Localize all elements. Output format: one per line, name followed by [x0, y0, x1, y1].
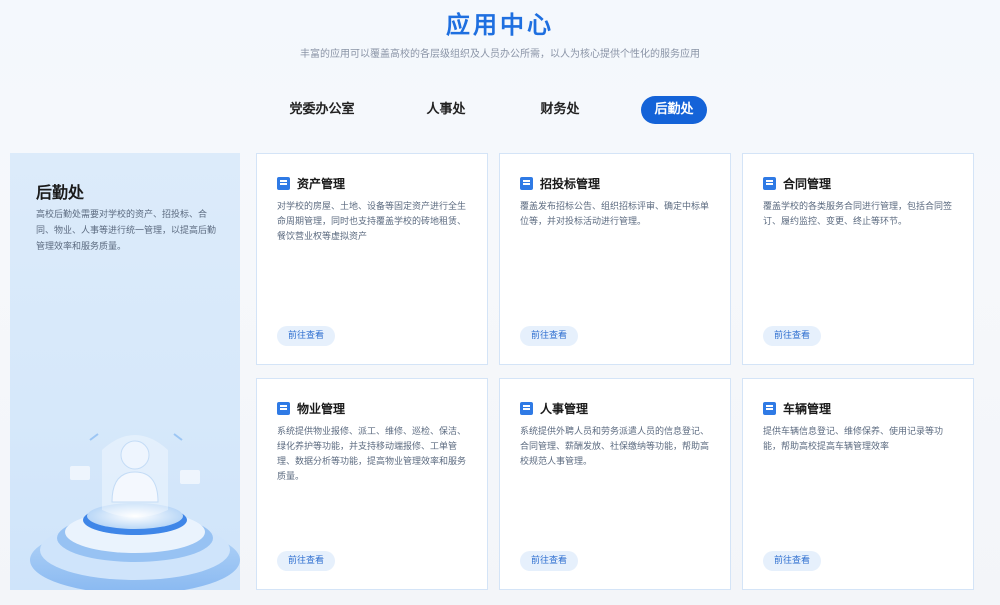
card-title: 车辆管理 [783, 402, 832, 416]
side-panel-description: 高校后勤处需要对学校的资产、招投标、合同、物业、人事等进行统一管理，以提高后勤管… [36, 210, 217, 252]
header: 应用中心 丰富的应用可以覆盖高校的各层级组织及人员办公所需，以人为核心提供个性化… [0, 0, 1000, 62]
document-icon [763, 177, 776, 190]
card-bidding-management[interactable]: 招投标管理 覆盖发布招标公告、组织招标评审、确定中标单位等，并对投标活动进行管理… [499, 153, 731, 365]
page-title: 应用中心 [446, 11, 554, 39]
card-contract-management[interactable]: 合同管理 覆盖学校的各类服务合同进行管理，包括合同签订、履约监控、变更、终止等环… [742, 153, 974, 365]
card-title: 资产管理 [297, 177, 346, 191]
card-title: 人事管理 [540, 402, 589, 416]
tab-party-office[interactable]: 党委办公室 [278, 96, 366, 124]
view-button[interactable]: 前往查看 [277, 326, 335, 346]
hologram-illustration [30, 433, 240, 590]
side-panel: 后勤处 高校后勤处需要对学校的资产、招投标、合同、物业、人事等进行统一管理，以提… [10, 153, 240, 590]
card-title: 招投标管理 [540, 177, 601, 191]
card-description: 系统提供物业报修、派工、维修、巡检、保洁、绿化养护等功能，并支持移动端报修、工单… [277, 427, 467, 482]
side-panel-title: 后勤处 [36, 183, 85, 202]
document-icon [277, 177, 290, 190]
card-personnel-management[interactable]: 人事管理 系统提供外聘人员和劳务派遣人员的信息登记、合同管理、薪酬发放、社保缴纳… [499, 378, 731, 590]
card-description: 覆盖学校的各类服务合同进行管理，包括合同签订、履约监控、变更、终止等环节。 [763, 202, 953, 227]
tab-hr-office[interactable]: 人事处 [408, 96, 484, 124]
card-title: 物业管理 [297, 402, 346, 416]
card-title: 合同管理 [783, 177, 832, 191]
card-description: 对学校的房屋、土地、设备等固定资产进行全生命周期管理，同时也支持覆盖学校的砖地租… [277, 202, 467, 242]
document-icon [520, 402, 533, 415]
card-property-management[interactable]: 物业管理 系统提供物业报修、派工、维修、巡检、保洁、绿化养护等功能，并支持移动端… [256, 378, 488, 590]
view-button[interactable]: 前往查看 [277, 551, 335, 571]
document-icon [763, 402, 776, 415]
view-button[interactable]: 前往查看 [520, 551, 578, 571]
card-asset-management[interactable]: 资产管理 对学校的房屋、土地、设备等固定资产进行全生命周期管理，同时也支持覆盖学… [256, 153, 488, 365]
card-description: 覆盖发布招标公告、组织招标评审、确定中标单位等，并对投标活动进行管理。 [520, 202, 710, 227]
page-subtitle: 丰富的应用可以覆盖高校的各层级组织及人员办公所需，以人为核心提供个性化的服务应用 [300, 49, 700, 60]
tab-finance-office[interactable]: 财务处 [522, 96, 598, 124]
card-description: 提供车辆信息登记、维修保养、使用记录等功能，帮助高校提高车辆管理效率 [763, 427, 944, 452]
card-vehicle-management[interactable]: 车辆管理 提供车辆信息登记、维修保养、使用记录等功能，帮助高校提高车辆管理效率 … [742, 378, 974, 590]
view-button[interactable]: 前往查看 [520, 326, 578, 346]
document-icon [520, 177, 533, 190]
view-button[interactable]: 前往查看 [763, 326, 821, 346]
card-description: 系统提供外聘人员和劳务派遣人员的信息登记、合同管理、薪酬发放、社保缴纳等功能，帮… [520, 427, 710, 467]
view-button[interactable]: 前往查看 [763, 551, 821, 571]
document-icon [277, 402, 290, 415]
department-tabs: 党委办公室 人事处 财务处 后勤处 [0, 96, 1000, 124]
tab-logistics-office[interactable]: 后勤处 [641, 96, 707, 124]
